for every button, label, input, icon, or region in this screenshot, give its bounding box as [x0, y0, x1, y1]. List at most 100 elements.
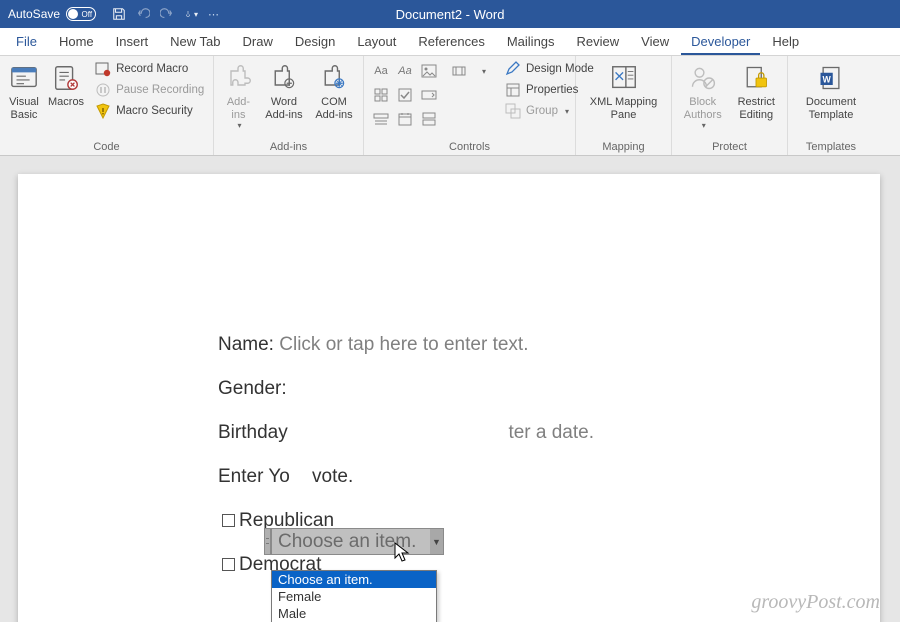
legacy-tools-icon[interactable]	[448, 60, 470, 82]
tab-review[interactable]: Review	[567, 29, 630, 55]
repeating-section-control-icon[interactable]	[418, 108, 440, 130]
vote-label-tail: vote.	[312, 466, 353, 487]
gender-dropdown-display[interactable]: Choose an item. ▼	[271, 528, 431, 555]
checkbox-icon[interactable]	[222, 514, 235, 527]
group-addins: Add- ins ▾ Word Add-ins COM Add-ins Add-…	[214, 56, 364, 155]
birthday-label: Birthday	[218, 422, 288, 443]
autosave-control[interactable]: AutoSave Off	[0, 7, 104, 21]
record-macro-button[interactable]: Record Macro	[92, 60, 207, 78]
save-icon[interactable]	[112, 7, 126, 21]
macro-security-button[interactable]: Macro Security	[92, 102, 207, 120]
checkbox-icon[interactable]	[222, 558, 235, 571]
com-addins-icon	[318, 62, 350, 94]
group-label-protect: Protect	[678, 139, 781, 153]
controls-gallery: Aa Aa	[370, 60, 440, 130]
restrict-editing-button[interactable]: Restrict Editing	[732, 60, 782, 121]
design-mode-icon	[505, 61, 521, 77]
block-authors-button: Block Authors▾	[678, 60, 728, 130]
gender-dropdown-control[interactable]: Choose an item. ▼ Choose an item. Female…	[271, 528, 431, 555]
title-bar: AutoSave Off ▾ ⋯ Document2 - Word	[0, 0, 900, 28]
tab-developer[interactable]: Developer	[681, 29, 760, 55]
tab-mailings[interactable]: Mailings	[497, 29, 565, 55]
document-template-button[interactable]: W Document Template	[795, 60, 867, 121]
group-icon	[505, 103, 521, 119]
date-picker-control-icon[interactable]	[394, 108, 416, 130]
word-addins-icon	[268, 62, 300, 94]
group-mapping: XML Mapping Pane Mapping	[576, 56, 672, 155]
chevron-down-icon[interactable]: ▼	[430, 528, 444, 555]
properties-icon	[505, 82, 521, 98]
group-code: Visual Basic Macros Record Macro Pause R…	[0, 56, 214, 155]
macros-icon	[50, 62, 82, 94]
qat-overflow[interactable]: ⋯	[208, 8, 219, 21]
name-placeholder[interactable]: Click or tap here to enter text.	[279, 334, 528, 355]
form-line-gender: Gender:	[218, 378, 880, 400]
macro-security-icon	[95, 103, 111, 119]
gender-option[interactable]: Choose an item.	[272, 571, 436, 588]
word-addins-button[interactable]: Word Add-ins	[261, 60, 307, 121]
xml-mapping-pane-button[interactable]: XML Mapping Pane	[583, 60, 665, 121]
gender-option[interactable]: Female	[272, 588, 436, 605]
combobox-control-icon[interactable]	[418, 84, 440, 106]
group-label-templates: Templates	[794, 139, 868, 153]
group-label-mapping: Mapping	[582, 139, 665, 153]
birthday-placeholder-tail[interactable]: ter a date.	[508, 422, 594, 443]
record-macro-icon	[95, 61, 111, 77]
quick-access-toolbar: ▾ ⋯	[112, 7, 219, 21]
autosave-label: AutoSave	[8, 7, 60, 21]
group-templates: W Document Template Templates	[788, 56, 874, 155]
gender-dropdown-list: Choose an item. Female Male	[271, 570, 437, 622]
svg-text:W: W	[822, 74, 831, 84]
group-label-addins: Add-ins	[220, 139, 357, 153]
tab-home[interactable]: Home	[49, 29, 104, 55]
group-protect: Block Authors▾ Restrict Editing Protect	[672, 56, 788, 155]
ribbon: Visual Basic Macros Record Macro Pause R…	[0, 56, 900, 156]
touch-mode-icon[interactable]: ▾	[184, 7, 198, 21]
tab-insert[interactable]: Insert	[106, 29, 159, 55]
tab-references[interactable]: References	[408, 29, 494, 55]
tab-newtab[interactable]: New Tab	[160, 29, 230, 55]
document-workspace[interactable]: Name: Click or tap here to enter text. G…	[0, 156, 900, 622]
xml-mapping-icon	[608, 62, 640, 94]
addins-icon	[222, 62, 254, 94]
vote-prefix: Enter Yo	[218, 466, 290, 487]
visual-basic-button[interactable]: Visual Basic	[6, 60, 42, 121]
addins-button: Add- ins ▾	[220, 60, 257, 130]
tab-draw[interactable]: Draw	[233, 29, 283, 55]
redo-icon[interactable]	[160, 7, 174, 21]
content-control-handle-icon[interactable]	[264, 528, 271, 555]
building-block-control-icon[interactable]	[370, 84, 392, 106]
legacy-tools-dropdown-icon[interactable]: ▾	[472, 60, 494, 82]
document-template-icon: W	[815, 62, 847, 94]
plain-text-control-icon[interactable]: Aa	[394, 60, 416, 82]
form-line-birthday: Birthday XXXXXXXXXXXXXXXXXter a date.	[218, 422, 880, 444]
rich-text-control-icon[interactable]: Aa	[370, 60, 392, 82]
name-label: Name:	[218, 334, 274, 355]
autosave-toggle[interactable]: Off	[66, 7, 96, 21]
dropdown-control-icon[interactable]	[370, 108, 392, 130]
gender-option[interactable]: Male	[272, 605, 436, 622]
undo-icon[interactable]	[136, 7, 150, 21]
tab-design[interactable]: Design	[285, 29, 345, 55]
com-addins-button[interactable]: COM Add-ins	[311, 60, 357, 121]
checkbox-control-icon[interactable]	[394, 84, 416, 106]
group-label-code: Code	[6, 139, 207, 153]
group-label-controls: Controls	[370, 139, 569, 153]
tab-file[interactable]: File	[6, 29, 47, 55]
gender-label: Gender:	[218, 378, 287, 399]
tab-help[interactable]: Help	[762, 29, 809, 55]
pause-recording-button: Pause Recording	[92, 81, 207, 99]
tab-layout[interactable]: Layout	[347, 29, 406, 55]
watermark: groovyPost.com	[751, 591, 880, 614]
group-controls: Aa Aa ▾ Design Mode	[364, 56, 576, 155]
form-line-name: Name: Click or tap here to enter text.	[218, 334, 880, 356]
document-page[interactable]: Name: Click or tap here to enter text. G…	[18, 174, 880, 622]
tab-view[interactable]: View	[631, 29, 679, 55]
macros-button[interactable]: Macros	[46, 60, 86, 109]
pause-recording-icon	[95, 82, 111, 98]
block-authors-icon	[687, 62, 719, 94]
ribbon-tabs: File Home Insert New Tab Draw Design Lay…	[0, 28, 900, 56]
document-title: Document2 - Word	[396, 7, 505, 22]
restrict-editing-icon	[740, 62, 772, 94]
picture-control-icon[interactable]	[418, 60, 440, 82]
